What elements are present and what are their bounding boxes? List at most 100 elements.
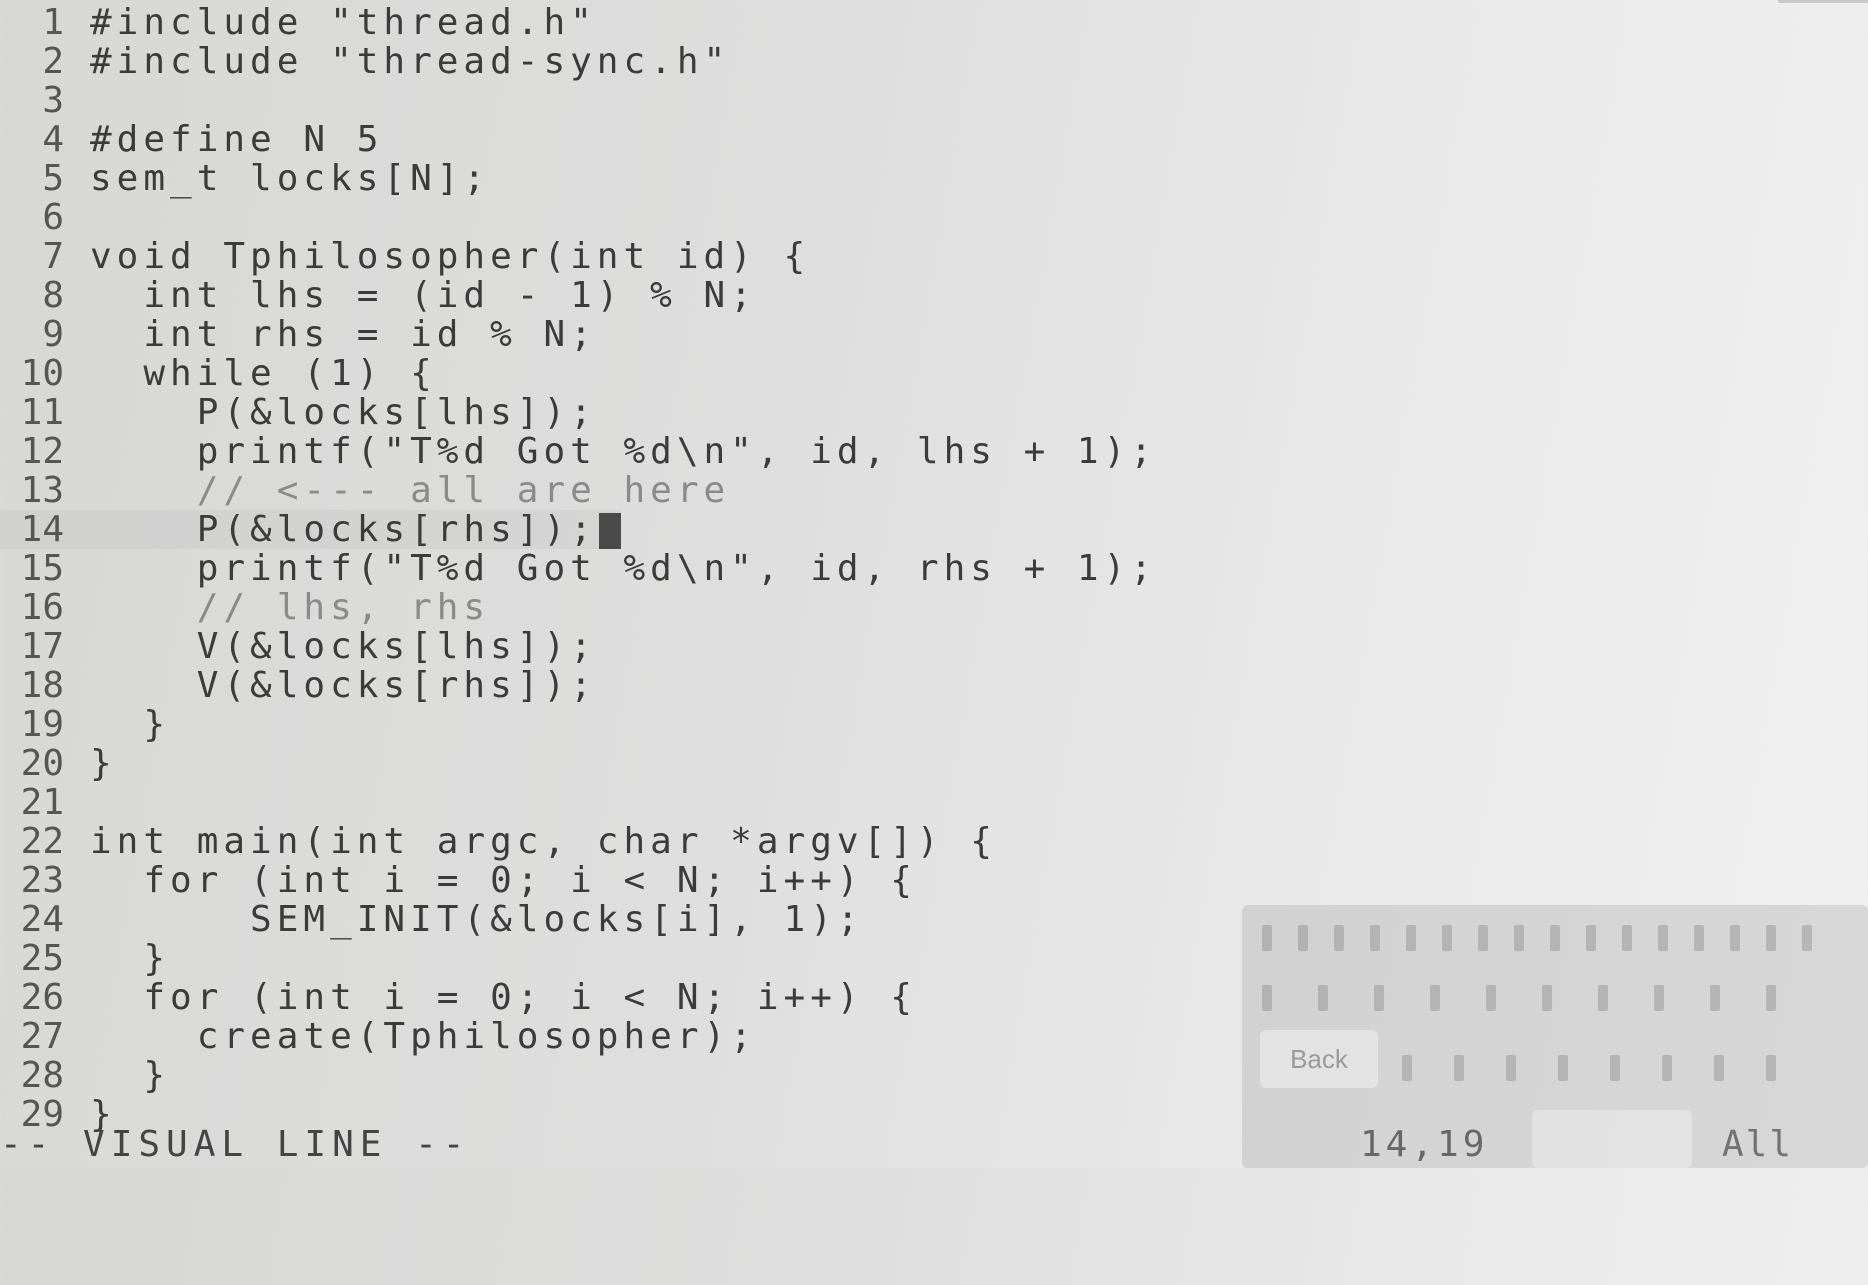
code-text[interactable]: P(&locks[lhs]); (90, 393, 597, 432)
code-text[interactable]: // lhs, rhs (90, 588, 490, 627)
code-line[interactable]: 4 #define N 5 (0, 120, 383, 159)
line-number: 25 (20, 938, 64, 979)
code-text[interactable]: int rhs = id % N; (90, 315, 597, 354)
code-text[interactable]: int main(int argc, char *argv[]) { (90, 822, 997, 861)
onscreen-keyboard-overlay[interactable]: Back (1242, 905, 1868, 1168)
code-line[interactable]: 20} (0, 744, 117, 783)
keyboard-key[interactable] (1586, 925, 1596, 951)
keyboard-key[interactable] (1318, 985, 1328, 1011)
keyboard-key[interactable] (1514, 925, 1524, 951)
keyboard-key[interactable] (1622, 925, 1632, 951)
code-line[interactable]: 23 for (int i = 0; i < N; i++) { (0, 861, 917, 900)
code-text[interactable]: #include "thread-sync.h" (90, 42, 730, 81)
keyboard-key[interactable] (1262, 985, 1272, 1011)
code-line[interactable]: 10 while (1) { (0, 354, 437, 393)
code-text[interactable]: #include "thread.h" (90, 3, 597, 42)
space-key[interactable] (1532, 1110, 1692, 1168)
keyboard-key[interactable] (1298, 925, 1308, 951)
back-key[interactable]: Back (1260, 1030, 1378, 1088)
code-line[interactable]: 24 SEM_INIT(&locks[i], 1); (0, 900, 864, 939)
code-line[interactable]: 9 int rhs = id % N; (0, 315, 597, 354)
code-text[interactable]: int lhs = (id - 1) % N; (90, 276, 757, 315)
line-number: 2 (42, 41, 64, 82)
code-text[interactable]: } (90, 1056, 170, 1095)
code-text[interactable]: void Tphilosopher(int id) { (90, 237, 810, 276)
keyboard-key[interactable] (1766, 1055, 1776, 1081)
code-text[interactable]: sem_t locks[N]; (90, 159, 490, 198)
code-line[interactable]: 15 printf("T%d Got %d\n", id, rhs + 1); (0, 549, 1157, 588)
keyboard-key[interactable] (1334, 925, 1344, 951)
code-line[interactable]: 17 V(&locks[lhs]); (0, 627, 597, 666)
keyboard-key[interactable] (1802, 925, 1812, 951)
code-text[interactable]: for (int i = 0; i < N; i++) { (90, 978, 917, 1017)
code-text[interactable]: printf("T%d Got %d\n", id, lhs + 1); (90, 432, 1157, 471)
keyboard-key[interactable] (1694, 925, 1704, 951)
code-text[interactable]: } (90, 744, 117, 783)
code-text[interactable]: SEM_INIT(&locks[i], 1); (90, 900, 864, 939)
keyboard-key[interactable] (1766, 925, 1776, 951)
line-number: 13 (20, 470, 64, 511)
code-text[interactable]: create(Tphilosopher); (90, 1017, 757, 1056)
code-line[interactable]: 21 (0, 783, 90, 822)
keyboard-key[interactable] (1658, 925, 1668, 951)
code-text[interactable]: V(&locks[lhs]); (90, 627, 597, 666)
code-text[interactable]: while (1) { (90, 354, 437, 393)
keyboard-key[interactable] (1662, 1055, 1672, 1081)
keyboard-key[interactable] (1598, 985, 1608, 1011)
code-line[interactable]: 22 int main(int argc, char *argv[]) { (0, 822, 997, 861)
line-number: 23 (20, 860, 64, 901)
code-line[interactable]: 16 // lhs, rhs (0, 588, 490, 627)
code-text[interactable]: // <--- all are here (90, 471, 730, 510)
code-line[interactable]: 11 P(&locks[lhs]); (0, 393, 597, 432)
code-text[interactable]: } (90, 939, 170, 978)
keyboard-key[interactable] (1710, 985, 1720, 1011)
keyboard-key[interactable] (1374, 985, 1384, 1011)
code-line[interactable]: 8 int lhs = (id - 1) % N; (0, 276, 757, 315)
code-text[interactable]: P(&locks[rhs]); (90, 510, 597, 549)
keyboard-key[interactable] (1542, 985, 1552, 1011)
keyboard-key[interactable] (1654, 985, 1664, 1011)
line-number: 16 (20, 587, 64, 628)
keyboard-key[interactable] (1406, 925, 1416, 951)
keyboard-key[interactable] (1402, 1055, 1412, 1081)
keyboard-row-1 (1262, 925, 1858, 955)
keyboard-key[interactable] (1714, 1055, 1724, 1081)
code-line[interactable]: 6 (0, 198, 90, 237)
code-text[interactable]: printf("T%d Got %d\n", id, rhs + 1); (90, 549, 1157, 588)
code-line[interactable]: 7 void Tphilosopher(int id) { (0, 237, 810, 276)
code-text[interactable]: V(&locks[rhs]); (90, 666, 597, 705)
keyboard-key[interactable] (1766, 985, 1776, 1011)
keyboard-key[interactable] (1430, 985, 1440, 1011)
keyboard-key[interactable] (1262, 925, 1272, 951)
code-text[interactable]: for (int i = 0; i < N; i++) { (90, 861, 917, 900)
code-line[interactable]: 19 } (0, 705, 170, 744)
line-number: 22 (20, 821, 64, 862)
code-line[interactable]: 26 for (int i = 0; i < N; i++) { (0, 978, 917, 1017)
code-line[interactable]: 3 (0, 81, 90, 120)
keyboard-key[interactable] (1442, 925, 1452, 951)
code-text[interactable]: } (90, 705, 170, 744)
code-line[interactable]: 18 V(&locks[rhs]); (0, 666, 597, 705)
keyboard-key[interactable] (1550, 925, 1560, 951)
keyboard-key[interactable] (1558, 1055, 1568, 1081)
keyboard-key[interactable] (1370, 925, 1380, 951)
keyboard-key[interactable] (1506, 1055, 1516, 1081)
code-line[interactable]: 12 printf("T%d Got %d\n", id, lhs + 1); (0, 432, 1157, 471)
code-line[interactable]: 27 create(Tphilosopher); (0, 1017, 757, 1056)
keyboard-key[interactable] (1454, 1055, 1464, 1081)
keyboard-key[interactable] (1730, 925, 1740, 951)
keyboard-key[interactable] (1478, 925, 1488, 951)
code-line[interactable]: 1 #include "thread.h" (0, 3, 597, 42)
code-text[interactable]: #define N 5 (90, 120, 383, 159)
code-line[interactable]: 25 } (0, 939, 170, 978)
code-line[interactable]: 13 // <--- all are here (0, 471, 730, 510)
code-line[interactable]: 14 P(&locks[rhs]); (0, 510, 621, 549)
line-number: 10 (20, 353, 64, 394)
keyboard-key[interactable] (1486, 985, 1496, 1011)
line-number: 5 (42, 158, 64, 199)
code-line[interactable]: 2 #include "thread-sync.h" (0, 42, 730, 81)
keyboard-key[interactable] (1610, 1055, 1620, 1081)
code-line[interactable]: 5 sem_t locks[N]; (0, 159, 490, 198)
line-number: 4 (42, 119, 64, 160)
code-line[interactable]: 28 } (0, 1056, 170, 1095)
